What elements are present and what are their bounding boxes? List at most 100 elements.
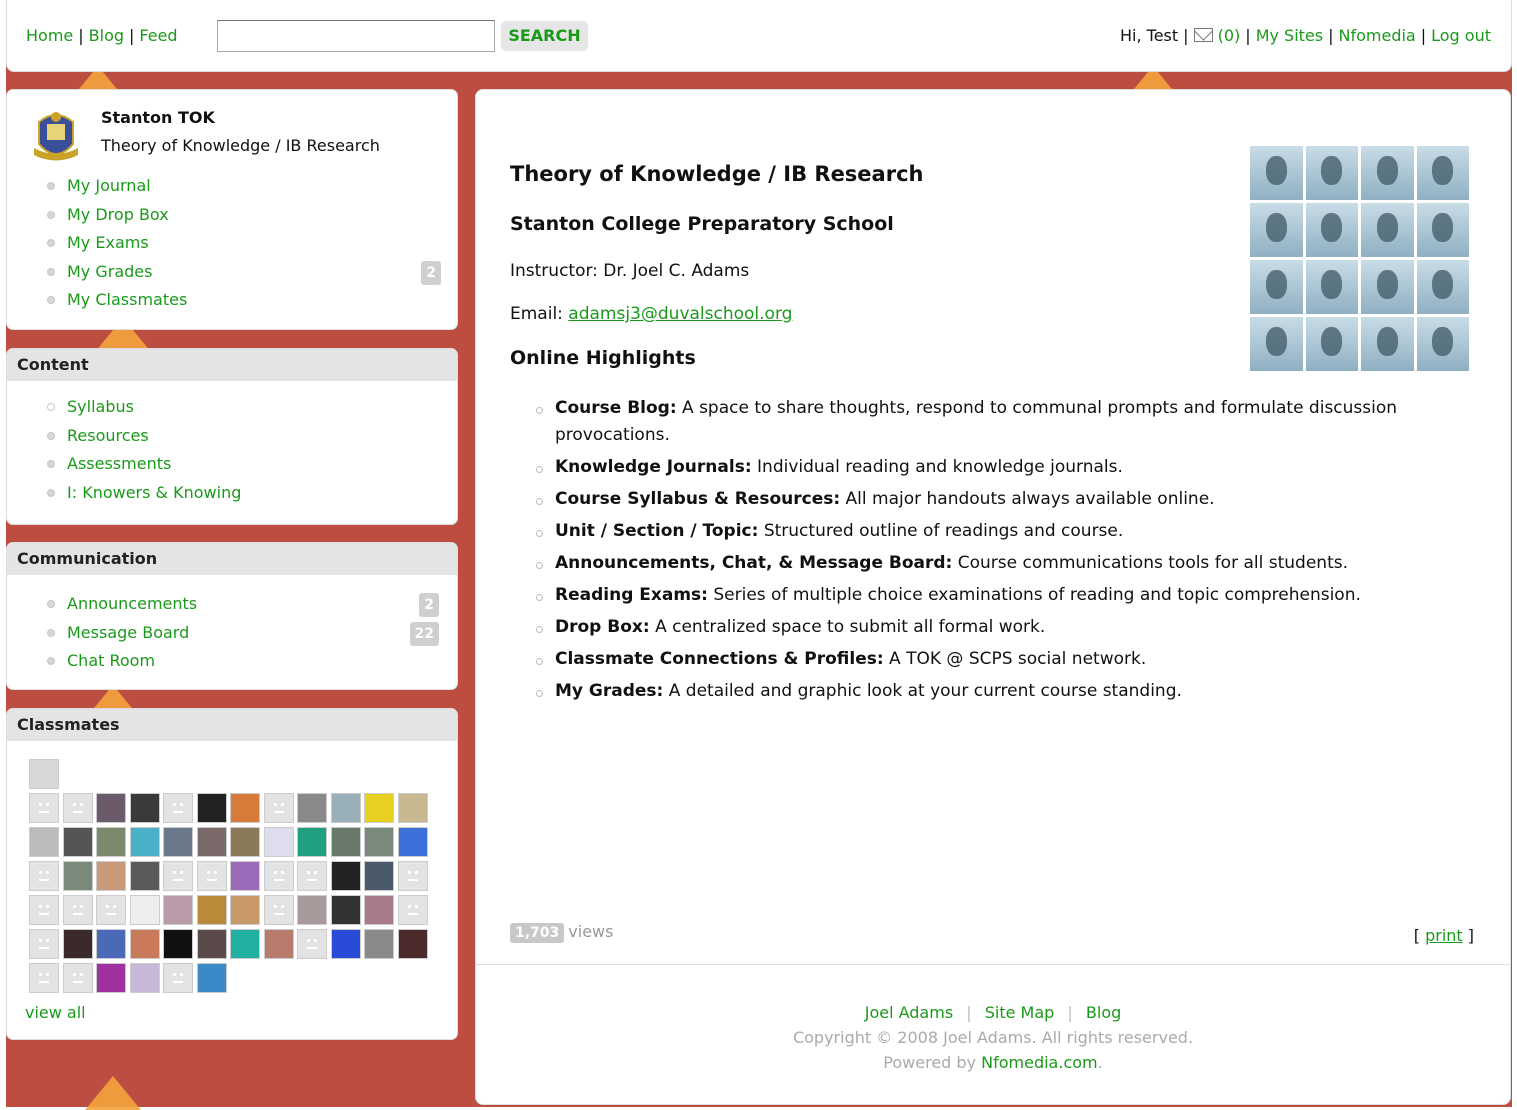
powered-by-link[interactable]: Nfomedia.com xyxy=(981,1053,1097,1072)
avatar[interactable] xyxy=(196,895,227,925)
nav-feed-link[interactable]: Feed xyxy=(139,26,177,45)
avatar[interactable] xyxy=(230,861,260,891)
avatar[interactable] xyxy=(29,861,59,891)
avatar[interactable] xyxy=(62,895,93,925)
nav-item-resources[interactable]: Resources xyxy=(7,422,457,451)
avatar[interactable] xyxy=(364,929,394,959)
avatar[interactable] xyxy=(62,929,93,959)
view-all-classmates-link[interactable]: view all xyxy=(25,1003,86,1022)
avatar[interactable] xyxy=(96,895,126,925)
nav-item-my-journal[interactable]: My Journal xyxy=(7,172,459,201)
avatar[interactable] xyxy=(62,963,93,993)
message-board-count-badge: 22 xyxy=(409,621,439,646)
avatar[interactable] xyxy=(364,827,394,857)
avatar[interactable] xyxy=(163,895,193,925)
main-content: Theory of Knowledge / IB Research Stanto… xyxy=(475,89,1511,1105)
nfomedia-link[interactable]: Nfomedia xyxy=(1339,26,1416,45)
search-input[interactable] xyxy=(217,20,495,52)
nav-item-my-classmates[interactable]: My Classmates xyxy=(7,286,459,315)
nav-item-my-exams[interactable]: My Exams xyxy=(7,229,459,258)
avatar[interactable] xyxy=(129,827,160,857)
avatar[interactable] xyxy=(397,895,428,925)
avatar[interactable] xyxy=(297,895,327,925)
nav-item-chat-room[interactable]: Chat Room xyxy=(7,647,457,676)
avatar[interactable] xyxy=(263,861,294,891)
avatar[interactable] xyxy=(163,929,193,959)
avatar[interactable] xyxy=(29,759,59,789)
nav-item-message-board[interactable]: Message Board 22 xyxy=(7,619,457,648)
nav-item-assessments[interactable]: Assessments xyxy=(7,450,457,479)
nav-home-link[interactable]: Home xyxy=(26,26,73,45)
avatar[interactable] xyxy=(129,793,160,823)
avatar[interactable] xyxy=(96,827,126,857)
avatar[interactable] xyxy=(129,963,160,993)
nav-item-my-drop-box[interactable]: My Drop Box xyxy=(7,201,459,230)
avatar[interactable] xyxy=(397,861,428,891)
avatar[interactable] xyxy=(96,963,126,993)
avatar[interactable] xyxy=(230,929,260,959)
avatar[interactable] xyxy=(96,861,126,891)
avatar[interactable] xyxy=(196,861,227,891)
avatar[interactable] xyxy=(263,827,294,857)
avatar[interactable] xyxy=(397,793,428,823)
avatar[interactable] xyxy=(364,895,394,925)
avatar[interactable] xyxy=(29,895,59,925)
avatar[interactable] xyxy=(29,929,59,959)
avatar[interactable] xyxy=(297,861,327,891)
avatar[interactable] xyxy=(263,895,294,925)
avatar[interactable] xyxy=(196,827,227,857)
avatar[interactable] xyxy=(196,793,227,823)
avatar[interactable] xyxy=(297,929,327,959)
nav-blog-link[interactable]: Blog xyxy=(89,26,124,45)
nav-item-announcements[interactable]: Announcements 2 xyxy=(7,590,457,619)
mail-count-link[interactable]: (0) xyxy=(1218,26,1241,45)
avatar[interactable] xyxy=(29,793,59,823)
avatar[interactable] xyxy=(196,963,227,993)
avatar[interactable] xyxy=(263,793,294,823)
avatar[interactable] xyxy=(397,929,428,959)
avatar[interactable] xyxy=(163,793,193,823)
avatar[interactable] xyxy=(330,827,361,857)
avatar[interactable] xyxy=(29,963,59,993)
avatar[interactable] xyxy=(163,861,193,891)
avatar[interactable] xyxy=(330,929,361,959)
classmates-panel-title: Classmates xyxy=(7,709,457,741)
avatar[interactable] xyxy=(263,929,294,959)
avatar[interactable] xyxy=(397,827,428,857)
avatar[interactable] xyxy=(163,827,193,857)
my-sites-link[interactable]: My Sites xyxy=(1256,26,1323,45)
avatar[interactable] xyxy=(129,895,160,925)
avatar[interactable] xyxy=(62,793,93,823)
avatar[interactable] xyxy=(364,793,394,823)
avatar[interactable] xyxy=(230,827,260,857)
nav-item-my-grades[interactable]: My Grades 2 xyxy=(7,258,459,287)
search-button[interactable]: SEARCH xyxy=(501,21,588,51)
avatar[interactable] xyxy=(96,793,126,823)
nav-item-knowers-knowing[interactable]: I: Knowers & Knowing xyxy=(7,479,457,508)
avatar[interactable] xyxy=(364,861,394,891)
avatar[interactable] xyxy=(297,827,327,857)
avatar[interactable] xyxy=(129,929,160,959)
avatar[interactable] xyxy=(129,861,160,891)
avatar[interactable] xyxy=(330,895,361,925)
avatar[interactable] xyxy=(62,861,93,891)
footer-joel-adams-link[interactable]: Joel Adams xyxy=(865,1003,953,1022)
email-link[interactable]: adamsj3@duvalschool.org xyxy=(568,304,792,324)
avatar[interactable] xyxy=(163,963,193,993)
avatar[interactable] xyxy=(230,895,260,925)
avatar[interactable] xyxy=(196,929,227,959)
footer-site-map-link[interactable]: Site Map xyxy=(985,1003,1055,1022)
avatar[interactable] xyxy=(29,827,59,857)
avatar[interactable] xyxy=(330,793,361,823)
logout-link[interactable]: Log out xyxy=(1431,26,1491,45)
mail-icon[interactable] xyxy=(1193,28,1213,42)
avatar[interactable] xyxy=(230,793,260,823)
avatar[interactable] xyxy=(297,793,327,823)
content-panel-title: Content xyxy=(7,349,457,381)
avatar[interactable] xyxy=(330,861,361,891)
footer-blog-link[interactable]: Blog xyxy=(1086,1003,1121,1022)
avatar[interactable] xyxy=(62,827,93,857)
avatar[interactable] xyxy=(96,929,126,959)
nav-item-syllabus[interactable]: Syllabus xyxy=(7,393,457,422)
print-link[interactable]: print xyxy=(1425,926,1463,945)
